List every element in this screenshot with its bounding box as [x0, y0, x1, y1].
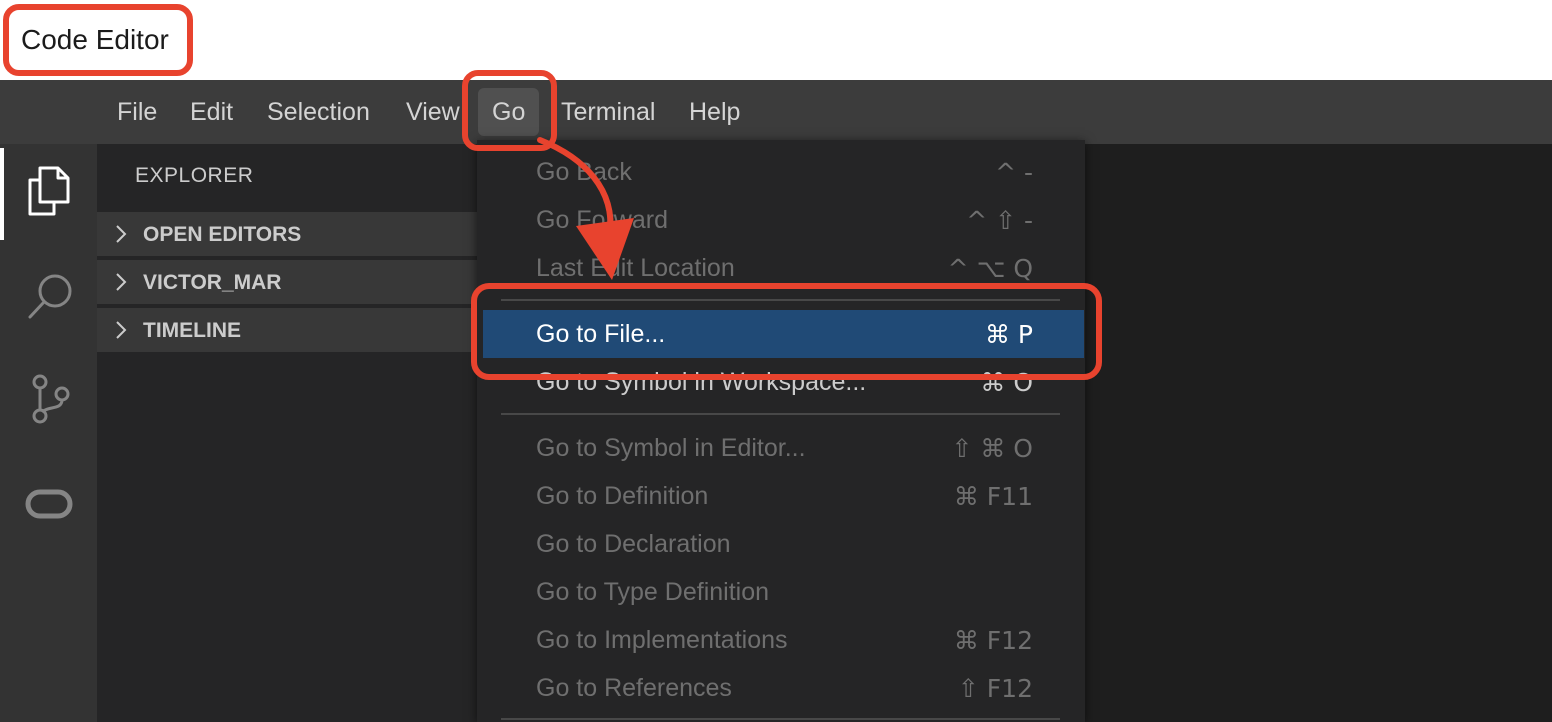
menu-item-shortcut: ⌘ F12	[953, 626, 1033, 655]
section-workspace[interactable]: VICTOR_MAR	[97, 260, 477, 308]
menu-help[interactable]: Help	[689, 80, 740, 144]
menu-item-shortcut: ⇧ ⌘ O	[951, 434, 1033, 463]
section-label: VICTOR_MAR	[143, 271, 282, 294]
menu-item-label: Go to Definition	[536, 482, 709, 510]
search-icon[interactable]	[24, 270, 78, 324]
menu-item-go-to-type-definition[interactable]: Go to Type Definition	[477, 568, 1085, 616]
menu-item-go-to-declaration[interactable]: Go to Declaration	[477, 520, 1085, 568]
menu-selection[interactable]: Selection	[267, 80, 370, 144]
remote-icon[interactable]	[24, 488, 74, 520]
menu-item-label: Go to Type Definition	[536, 578, 770, 606]
menu-item-shortcut: ^ ⇧ -	[966, 206, 1033, 235]
menu-item-go-to-symbol-editor[interactable]: Go to Symbol in Editor... ⇧ ⌘ O	[477, 424, 1085, 472]
menu-item-shortcut: ^ ⌥ Q	[947, 254, 1033, 283]
menu-view[interactable]: View	[406, 80, 460, 144]
menu-item-shortcut: ^ -	[995, 158, 1033, 187]
menu-item-shortcut: ⌘ F11	[953, 482, 1033, 511]
menu-file[interactable]: File	[117, 80, 157, 144]
menu-item-go-to-definition[interactable]: Go to Definition ⌘ F11	[477, 472, 1085, 520]
menu-separator	[501, 413, 1060, 415]
explorer-sidebar: EXPLORER OPEN EDITORS VICTOR_MAR TIMELIN…	[97, 144, 477, 722]
menu-edit[interactable]: Edit	[190, 80, 233, 144]
menu-item-shortcut: ⇧ F12	[957, 674, 1033, 703]
source-control-icon[interactable]	[24, 372, 74, 428]
menu-item-go-to-implementations[interactable]: Go to Implementations ⌘ F12	[477, 616, 1085, 664]
active-indicator	[0, 148, 4, 240]
title-bar: Code Editor	[0, 0, 1552, 80]
section-label: OPEN EDITORS	[143, 223, 302, 246]
explorer-icon[interactable]	[24, 164, 74, 220]
callout-app-title	[3, 4, 193, 76]
chevron-right-icon	[116, 321, 127, 339]
menu-item-label: Go to Declaration	[536, 530, 731, 558]
menu-item-label: Go to References	[536, 674, 732, 702]
menu-separator	[501, 718, 1060, 720]
menu-item-label: Go to Implementations	[536, 626, 788, 654]
arrow-annotation-icon	[537, 137, 634, 280]
menu-bar: File Edit Selection View Go Terminal Hel…	[0, 80, 1552, 144]
menu-item-go-to-references[interactable]: Go to References ⇧ F12	[477, 664, 1085, 712]
chevron-right-icon	[116, 225, 127, 243]
chevron-right-icon	[116, 273, 127, 291]
sidebar-title: EXPLORER	[135, 164, 254, 187]
section-open-editors[interactable]: OPEN EDITORS	[97, 212, 477, 260]
section-label: TIMELINE	[143, 319, 241, 342]
menu-item-label: Go to Symbol in Editor...	[536, 434, 806, 462]
section-timeline[interactable]: TIMELINE	[97, 308, 477, 356]
activity-bar	[0, 144, 97, 722]
